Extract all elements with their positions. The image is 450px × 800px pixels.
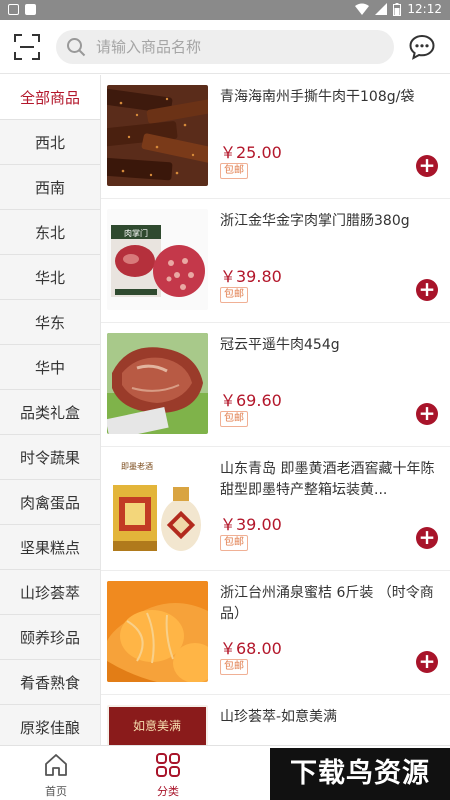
status-bar: 12:12 <box>0 0 450 20</box>
sidebar-item-cooked-food[interactable]: 肴香熟食 <box>0 660 100 705</box>
sidebar-item-central-china[interactable]: 华中 <box>0 345 100 390</box>
product-image[interactable]: 肉掌门 <box>107 209 208 310</box>
sidebar-item-northwest[interactable]: 西北 <box>0 120 100 165</box>
sidebar-item-label: 时令蔬果 <box>19 448 80 467</box>
product-card[interactable]: 即墨老酒 山东青岛 即墨黄酒老酒窖藏十年陈甜型即墨特产整箱坛装黄... ￥39.… <box>101 447 450 571</box>
message-icon[interactable] <box>409 34 435 60</box>
product-price: ￥69.60 <box>220 391 282 410</box>
sidebar-item-nuts-pastry[interactable]: 坚果糕点 <box>0 525 100 570</box>
package-label: 如意美满 <box>133 718 181 733</box>
sidebar-item-east-china[interactable]: 华东 <box>0 300 100 345</box>
package-label: 肉掌门 <box>124 228 148 238</box>
product-name[interactable]: 山东青岛 即墨黄酒老酒窖藏十年陈甜型即墨特产整箱坛装黄... <box>220 459 440 501</box>
sidebar-item-label: 东北 <box>34 223 65 242</box>
sidebar-item-northeast[interactable]: 东北 <box>0 210 100 255</box>
sidebar-item-southwest[interactable]: 西南 <box>0 165 100 210</box>
product-list: 青海海南州手撕牛肉干108g/袋 ￥25.00 包邮 + 肉掌门 浙江金华金字肉… <box>101 75 450 745</box>
add-to-cart-button[interactable]: + <box>416 403 438 425</box>
sidebar-item-label: 坚果糕点 <box>19 538 80 557</box>
sidebar-item-all[interactable]: 全部商品 <box>0 75 100 120</box>
product-name[interactable]: 冠云平遥牛肉454g <box>220 335 440 356</box>
sidebar-item-label: 西南 <box>34 178 65 197</box>
header <box>0 20 450 74</box>
product-price: ￥25.00 <box>220 143 282 162</box>
product-image[interactable] <box>107 85 208 186</box>
sidebar-item-label: 山珍荟萃 <box>19 583 80 602</box>
nav-home[interactable]: 首页 <box>16 746 96 800</box>
free-shipping-tag: 包邮 <box>220 659 248 675</box>
nav-label: 首页 <box>45 785 67 798</box>
product-name[interactable]: 浙江金华金字肉掌门腊肠380g <box>220 211 440 232</box>
add-to-cart-button[interactable]: + <box>416 651 438 673</box>
product-price: ￥68.00 <box>220 639 282 658</box>
search-bar[interactable] <box>56 30 394 64</box>
sidebar-item-label: 全部商品 <box>19 88 80 107</box>
home-icon <box>45 754 67 776</box>
sidebar-item-label: 品类礼盒 <box>19 403 80 422</box>
product-name[interactable]: 浙江台州涌泉蜜桔 6斤装 （时令商品） <box>220 583 440 625</box>
free-shipping-tag: 包邮 <box>220 287 248 303</box>
category-sidebar: 全部商品 西北 西南 东北 华北 华东 华中 品类礼盒 时令蔬果 肉禽蛋品 坚果… <box>0 75 101 745</box>
wifi-icon <box>355 3 370 15</box>
sidebar-item-label: 华东 <box>34 313 65 332</box>
product-price: ￥39.00 <box>220 515 282 534</box>
product-card[interactable]: 如意美满 山珍荟萃-如意美满 <box>101 695 450 745</box>
category-icon <box>156 753 180 777</box>
product-name[interactable]: 青海海南州手撕牛肉干108g/袋 <box>220 87 440 108</box>
search-input[interactable] <box>96 30 386 64</box>
product-image[interactable]: 如意美满 <box>107 705 208 745</box>
free-shipping-tag: 包邮 <box>220 411 248 427</box>
nav-category[interactable]: 分类 <box>128 746 208 800</box>
watermark-banner: 下载鸟资源 <box>270 748 450 800</box>
battery-icon <box>393 2 402 16</box>
sidebar-item-label: 西北 <box>34 133 65 152</box>
product-price: ￥39.80 <box>220 267 282 286</box>
package-label: 即墨老酒 <box>121 461 153 471</box>
free-shipping-tag: 包邮 <box>220 535 248 551</box>
sidebar-item-label: 华北 <box>34 268 65 287</box>
nav-label: 分类 <box>157 785 179 798</box>
add-to-cart-button[interactable]: + <box>416 279 438 301</box>
sidebar-item-label: 肉禽蛋品 <box>19 493 80 512</box>
sidebar-item-north-china[interactable]: 华北 <box>0 255 100 300</box>
free-shipping-tag: 包邮 <box>220 163 248 179</box>
sidebar-item-health-products[interactable]: 颐养珍品 <box>0 615 100 660</box>
app-notification-icon <box>25 4 36 15</box>
scan-icon[interactable] <box>14 34 40 60</box>
sidebar-item-wine[interactable]: 原浆佳酿 <box>0 705 100 745</box>
add-to-cart-button[interactable]: + <box>416 527 438 549</box>
product-card[interactable]: 浙江台州涌泉蜜桔 6斤装 （时令商品） ￥68.00 包邮 + <box>101 571 450 695</box>
sidebar-item-label: 肴香熟食 <box>19 673 80 692</box>
product-image[interactable] <box>107 581 208 682</box>
sidebar-item-gift-box[interactable]: 品类礼盒 <box>0 390 100 435</box>
search-icon <box>67 38 86 57</box>
sidebar-item-label: 颐养珍品 <box>19 628 80 647</box>
sidebar-item-label: 华中 <box>34 358 65 377</box>
product-image[interactable]: 即墨老酒 <box>107 457 208 558</box>
product-card[interactable]: 青海海南州手撕牛肉干108g/袋 ￥25.00 包邮 + <box>101 75 450 199</box>
sidebar-item-label: 原浆佳酿 <box>19 718 80 737</box>
product-image[interactable] <box>107 333 208 434</box>
notification-icon <box>8 4 19 15</box>
add-to-cart-button[interactable]: + <box>416 155 438 177</box>
sidebar-item-seasonal-produce[interactable]: 时令蔬果 <box>0 435 100 480</box>
product-name[interactable]: 山珍荟萃-如意美满 <box>220 707 440 728</box>
status-time: 12:12 <box>407 2 442 16</box>
product-card[interactable]: 肉掌门 浙江金华金字肉掌门腊肠380g ￥39.80 包邮 + <box>101 199 450 323</box>
product-card[interactable]: 冠云平遥牛肉454g ￥69.60 包邮 + <box>101 323 450 447</box>
signal-icon <box>375 3 388 15</box>
sidebar-item-mountain-delicacies[interactable]: 山珍荟萃 <box>0 570 100 615</box>
sidebar-item-meat-eggs[interactable]: 肉禽蛋品 <box>0 480 100 525</box>
